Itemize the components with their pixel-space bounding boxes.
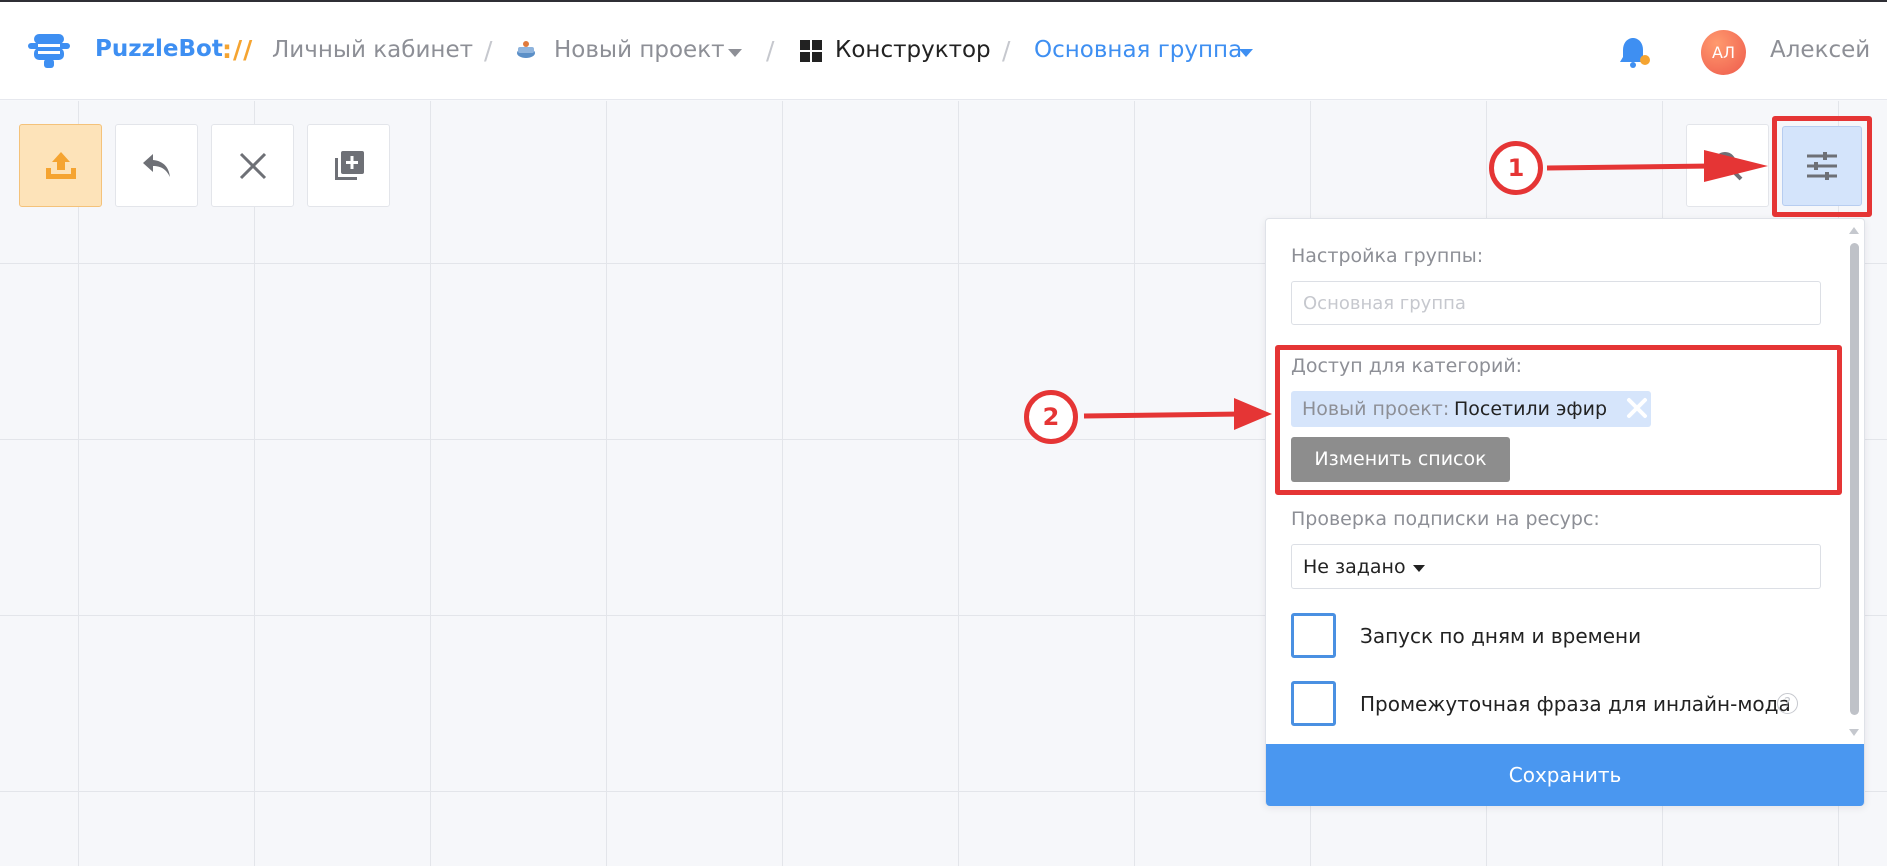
upload-icon: [45, 151, 76, 179]
add-copy-icon: [334, 150, 364, 180]
duplicate-button[interactable]: [307, 124, 390, 207]
username[interactable]: Алексей: [1770, 37, 1870, 63]
group-settings-panel: Настройка группы: Основная группа Доступ…: [1265, 218, 1865, 806]
subscription-check-label: Проверка подписки на ресурс:: [1291, 508, 1600, 530]
help-icon[interactable]: ?: [1777, 693, 1798, 714]
schedule-checkbox[interactable]: [1291, 613, 1336, 658]
breadcrumb-divider: /: [766, 36, 775, 65]
select-caret-icon: [1413, 565, 1425, 572]
search-icon: [1713, 151, 1742, 180]
highlight-category-access: [1275, 345, 1842, 495]
annotation-marker-1: 1: [1489, 141, 1543, 195]
breadcrumb-cabinet[interactable]: Личный кабинет: [272, 37, 473, 63]
top-header: PuzzleBot :// Личный кабинет / Новый про…: [0, 2, 1887, 100]
breadcrumb-group[interactable]: Основная группа: [1034, 37, 1242, 63]
project-dropdown-caret-icon[interactable]: [728, 49, 742, 57]
breadcrumb-divider: /: [1002, 36, 1011, 65]
notification-bell-icon[interactable]: [1618, 34, 1652, 70]
project-icon: [517, 41, 535, 58]
annotation-marker-2: 2: [1024, 390, 1078, 444]
save-button[interactable]: Сохранить: [1266, 744, 1864, 806]
search-button[interactable]: [1686, 124, 1769, 207]
scroll-down-icon[interactable]: [1849, 729, 1859, 736]
brand-separator: ://: [222, 35, 254, 64]
brand-name[interactable]: PuzzleBot: [95, 36, 223, 62]
inline-phrase-checkbox-label[interactable]: Промежуточная фраза для инлайн-мода: [1360, 692, 1791, 716]
breadcrumb-divider: /: [484, 36, 493, 65]
highlight-settings-button: [1772, 116, 1872, 217]
puzzlebot-logo-icon[interactable]: [26, 30, 72, 72]
schedule-checkbox-label[interactable]: Запуск по дням и времени: [1360, 624, 1641, 648]
breadcrumb-project[interactable]: Новый проект: [554, 37, 725, 63]
user-avatar[interactable]: АЛ: [1701, 30, 1746, 75]
breadcrumb-constructor[interactable]: Конструктор: [835, 37, 991, 63]
group-name-placeholder: Основная группа: [1303, 293, 1466, 314]
grid-icon: [800, 40, 822, 62]
panel-scrollbar-thumb[interactable]: [1850, 243, 1859, 715]
undo-icon: [142, 153, 170, 177]
delete-button[interactable]: [211, 124, 294, 207]
inline-phrase-checkbox[interactable]: [1291, 681, 1336, 726]
close-icon: [239, 152, 266, 179]
group-name-input[interactable]: Основная группа: [1291, 281, 1821, 325]
export-button[interactable]: [19, 124, 102, 207]
undo-button[interactable]: [115, 124, 198, 207]
subscription-select-value: Не задано: [1303, 556, 1406, 578]
group-settings-label: Настройка группы:: [1291, 245, 1484, 267]
group-dropdown-caret-icon[interactable]: [1239, 49, 1253, 57]
scroll-up-icon[interactable]: [1849, 227, 1859, 234]
subscription-select[interactable]: Не задано: [1291, 544, 1821, 589]
